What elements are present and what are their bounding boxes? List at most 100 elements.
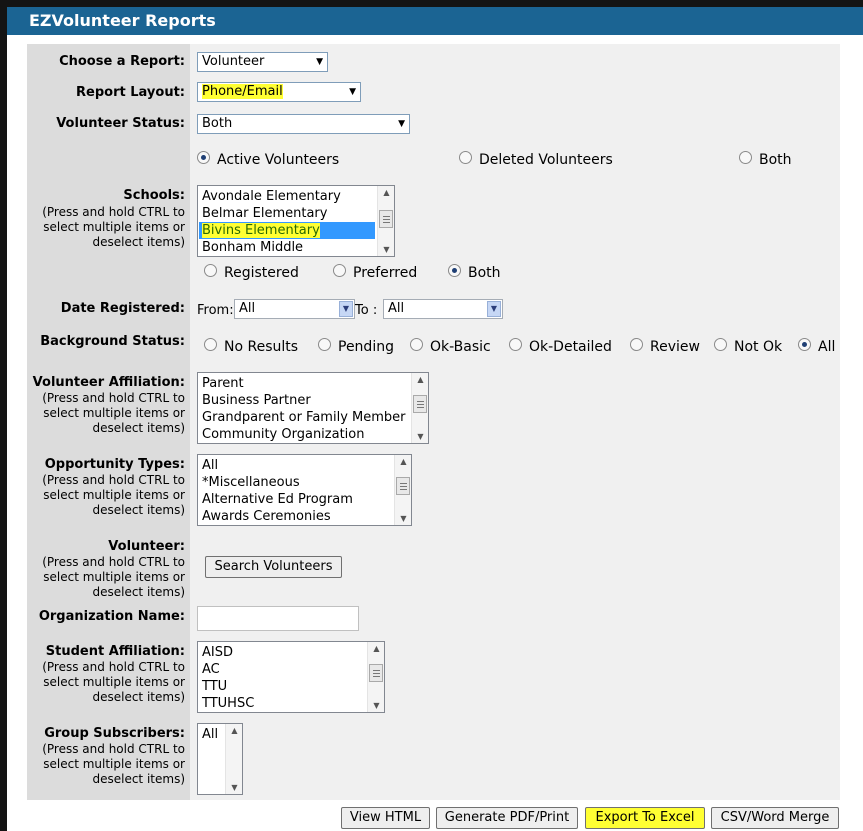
opportunity-scrollbar[interactable]: ▲ ▼ [394,455,411,525]
group-subscribers-hint: (Press and hold CTRL to select multiple … [42,742,185,786]
scroll-up-icon[interactable]: ▲ [412,375,428,384]
active-volunteers-radio[interactable] [197,151,210,164]
both-volunteers-radio[interactable] [739,151,752,164]
from-label: From: [197,303,234,318]
report-layout-select[interactable]: Phone/Email ▼ [197,82,361,102]
choose-report-label: Choose a Report: [59,54,185,69]
report-layout-label: Report Layout: [76,85,185,100]
student-affiliation-scrollbar[interactable]: ▲ ▼ [367,642,384,712]
preferred-radio[interactable] [333,264,346,277]
export-excel-button[interactable]: Export To Excel [585,807,705,829]
list-item[interactable]: Belmar Elementary [202,205,327,222]
scroll-down-icon[interactable]: ▼ [395,514,411,523]
group-subscribers-listbox[interactable]: All ▲ ▼ [197,723,243,795]
list-item-selected[interactable]: Bivins Elementary [199,222,375,239]
list-item[interactable]: Avondale Elementary [202,188,341,205]
list-item[interactable]: Alternative Ed Program [202,491,353,508]
scroll-down-icon[interactable]: ▼ [412,432,428,441]
scroll-thumb[interactable] [369,664,383,682]
date-registered-label: Date Registered: [60,301,185,316]
opportunity-hint: (Press and hold CTRL to select multiple … [42,473,185,517]
generate-pdf-button[interactable]: Generate PDF/Print [436,807,578,829]
window-left-border [0,0,7,831]
dropdown-arrow-icon: ▼ [349,87,356,97]
registered-radio[interactable] [204,264,217,277]
bg-no-results-radio[interactable] [204,338,217,351]
dropdown-arrow-icon: ▼ [339,301,353,317]
registered-label: Registered [224,265,299,281]
schools-listbox[interactable]: Avondale Elementary Belmar Elementary Bi… [197,185,395,257]
group-subscribers-scrollbar[interactable]: ▲ ▼ [225,724,242,794]
volunteer-hint: (Press and hold CTRL to select multiple … [42,555,185,599]
list-item[interactable]: TTUHSC [202,695,254,712]
affiliation-scrollbar[interactable]: ▲ ▼ [411,373,428,443]
scroll-down-icon[interactable]: ▼ [226,783,242,792]
both-registration-radio[interactable] [448,264,461,277]
date-to-value: All [388,301,405,316]
bg-ok-detailed-radio[interactable] [509,338,522,351]
list-item[interactable]: AC [202,661,220,678]
student-affiliation-listbox[interactable]: AISD AC TTU TTUHSC ▲ ▼ [197,641,385,713]
both-volunteers-label: Both [759,152,792,168]
bg-review-radio[interactable] [630,338,643,351]
list-item[interactable]: All [202,457,218,474]
list-item[interactable]: *Miscellaneous [202,474,300,491]
list-item[interactable]: TTU [202,678,227,695]
search-volunteers-button[interactable]: Search Volunteers [205,556,342,578]
schools-scrollbar[interactable]: ▲ ▼ [377,186,394,256]
schools-hint: (Press and hold CTRL to select multiple … [42,205,185,249]
affiliation-listbox[interactable]: Parent Business Partner Grandparent or F… [197,372,429,444]
bg-ok-basic-label: Ok-Basic [430,339,491,355]
opportunity-label: Opportunity Types: [44,457,185,472]
list-item[interactable]: Grandparent or Family Member [202,409,406,426]
scroll-up-icon[interactable]: ▲ [378,188,394,197]
page-title: EZVolunteer Reports [29,11,216,30]
list-item[interactable]: All [202,726,218,743]
affiliation-label: Volunteer Affiliation: [32,375,185,390]
opportunity-listbox[interactable]: All *Miscellaneous Alternative Ed Progra… [197,454,412,526]
active-volunteers-label: Active Volunteers [217,152,340,168]
scroll-down-icon[interactable]: ▼ [368,701,384,710]
student-affiliation-hint: (Press and hold CTRL to select multiple … [42,660,185,704]
schools-label: Schools: [123,188,185,203]
background-status-label: Background Status: [40,334,185,349]
list-item[interactable]: Awards Ceremonies [202,508,331,525]
both-registration-label: Both [468,265,501,281]
dropdown-arrow-icon: ▼ [316,57,323,67]
scroll-down-icon[interactable]: ▼ [378,245,394,254]
organization-input[interactable] [197,606,359,631]
view-html-button[interactable]: View HTML [341,807,430,829]
title-bar: EZVolunteer Reports [7,7,863,35]
window-top-border [0,0,863,7]
report-layout-value: Phone/Email [202,84,283,99]
scroll-thumb[interactable] [379,210,393,228]
bg-all-radio[interactable] [798,338,811,351]
dropdown-arrow-icon: ▼ [487,301,501,317]
volunteer-label: Volunteer: [108,539,185,554]
list-item[interactable]: Community Organization [202,426,364,443]
choose-report-select[interactable]: Volunteer ▼ [197,52,328,72]
bg-pending-radio[interactable] [318,338,331,351]
list-item[interactable]: Parent [202,375,244,392]
deleted-volunteers-radio[interactable] [459,151,472,164]
date-to-select[interactable]: All ▼ [383,299,503,319]
list-item[interactable]: Business Partner [202,392,311,409]
list-item[interactable]: Bonham Middle [202,239,303,256]
date-from-select[interactable]: All ▼ [234,299,355,319]
bg-no-results-label: No Results [224,339,299,355]
scroll-up-icon[interactable]: ▲ [368,644,384,653]
bg-all-label: All [818,339,836,355]
scroll-thumb[interactable] [413,395,427,413]
bg-pending-label: Pending [338,339,394,355]
volunteer-status-select[interactable]: Both ▼ [197,114,410,134]
bg-ok-basic-radio[interactable] [410,338,423,351]
bg-not-ok-radio[interactable] [714,338,727,351]
choose-report-value: Volunteer [202,54,265,69]
deleted-volunteers-label: Deleted Volunteers [479,152,613,168]
csv-word-merge-button[interactable]: CSV/Word Merge [711,807,839,829]
scroll-up-icon[interactable]: ▲ [395,457,411,466]
list-item[interactable]: AISD [202,644,233,661]
scroll-thumb[interactable] [396,477,410,495]
scroll-up-icon[interactable]: ▲ [226,726,242,735]
selected-school-text: Bivins Elementary [202,223,320,238]
